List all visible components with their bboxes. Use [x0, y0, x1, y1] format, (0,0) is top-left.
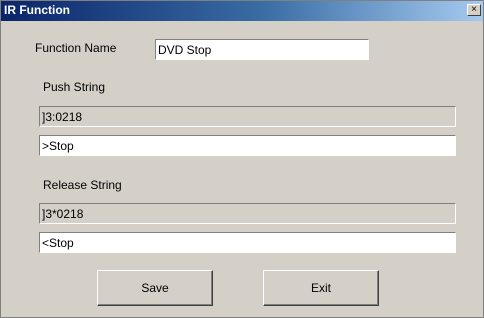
- window-title: IR Function: [4, 3, 70, 17]
- ir-function-dialog: IR Function × Function Name DVD Stop Pus…: [0, 0, 484, 318]
- push-string-label: Push String: [43, 80, 106, 94]
- close-icon[interactable]: ×: [467, 4, 481, 16]
- release-text-input[interactable]: <Stop: [39, 232, 456, 253]
- push-code-field: ]3:0218: [39, 106, 456, 127]
- function-name-label: Function Name: [35, 41, 117, 55]
- release-string-label: Release String: [43, 178, 122, 192]
- push-text-input[interactable]: >Stop: [39, 135, 456, 156]
- function-name-input[interactable]: DVD Stop: [155, 39, 369, 60]
- save-button[interactable]: Save: [97, 270, 213, 306]
- release-code-field: ]3*0218: [39, 203, 456, 224]
- title-bar: IR Function ×: [1, 1, 483, 21]
- exit-button[interactable]: Exit: [263, 270, 379, 306]
